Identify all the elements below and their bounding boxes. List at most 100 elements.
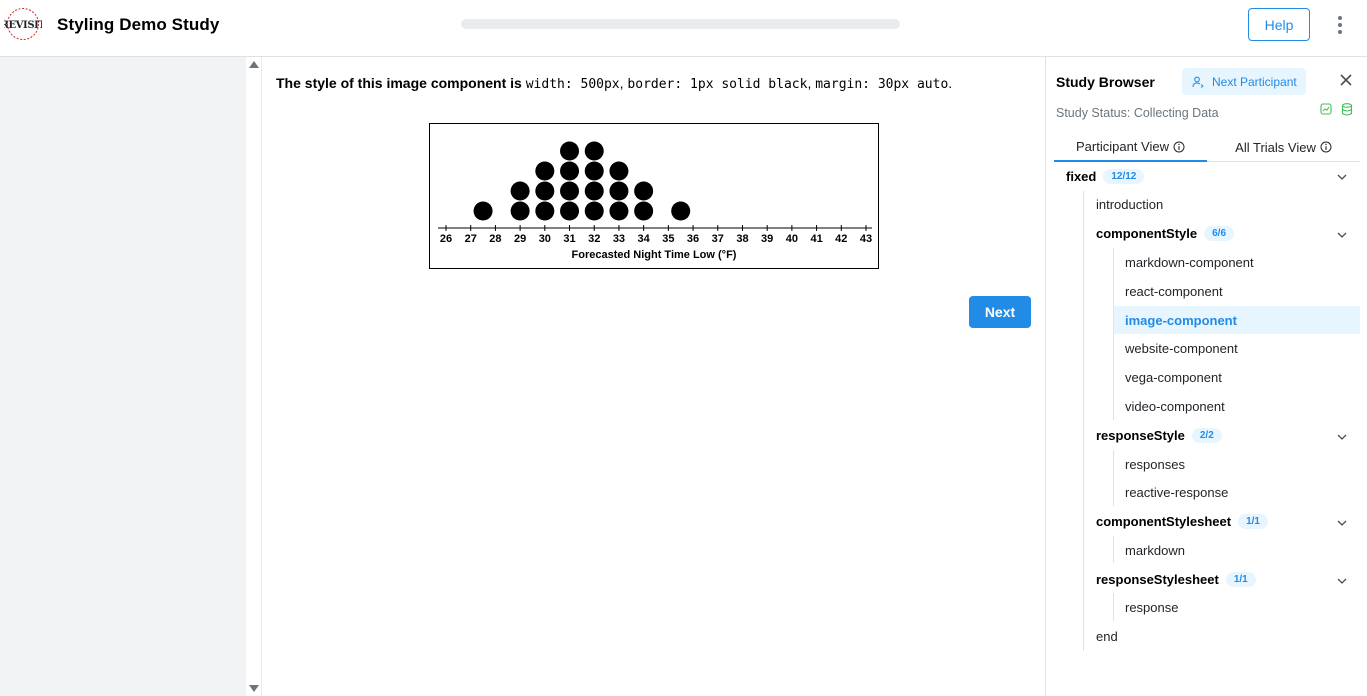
x-tick-label: 26 xyxy=(440,233,452,245)
tree-item-responses[interactable]: responses xyxy=(1125,451,1185,478)
data-dot xyxy=(560,201,580,221)
x-tick-label: 31 xyxy=(563,233,575,245)
chevron-down-icon[interactable] xyxy=(1337,578,1347,584)
data-dot xyxy=(510,181,530,201)
tree-group-responseStyle[interactable]: responseStyle 2/2 xyxy=(1096,422,1222,449)
node-label: markdown xyxy=(1125,543,1185,558)
x-tick-label: 40 xyxy=(786,233,798,245)
x-tick-label: 41 xyxy=(810,233,822,245)
scroll-up-arrow-icon[interactable] xyxy=(249,61,259,68)
x-tick-label: 43 xyxy=(860,233,872,245)
close-icon[interactable] xyxy=(1339,73,1353,87)
data-dot xyxy=(473,201,493,221)
next-button[interactable]: Next xyxy=(969,296,1031,328)
data-dot xyxy=(609,201,629,221)
data-dot xyxy=(535,201,555,221)
x-tick-label: 29 xyxy=(514,233,526,245)
tree-group-componentStyle[interactable]: componentStyle 6/6 xyxy=(1096,220,1235,247)
data-dot xyxy=(560,181,580,201)
study-status: Study Status: Collecting Data xyxy=(1056,106,1219,120)
tree-item-video-component[interactable]: video-component xyxy=(1125,393,1225,420)
progress-badge: 12/12 xyxy=(1103,169,1145,184)
node-label: reactive-response xyxy=(1125,485,1229,500)
node-label: video-component xyxy=(1125,399,1225,414)
main-content: The style of this image component is wid… xyxy=(262,57,1046,696)
code-margin: margin: 30px auto xyxy=(815,77,949,92)
node-label: image-component xyxy=(1125,312,1237,328)
tree-item-markdown[interactable]: markdown xyxy=(1125,537,1185,564)
study-progress-bar xyxy=(461,19,900,29)
chevron-down-icon[interactable] xyxy=(1337,174,1347,180)
period: . xyxy=(948,75,953,91)
data-dot xyxy=(560,161,580,181)
data-dot xyxy=(510,201,530,221)
instruction-bold: The style of this image component is xyxy=(276,75,522,91)
data-dot xyxy=(584,161,604,181)
node-label: responses xyxy=(1125,457,1185,472)
node-label: react-component xyxy=(1125,284,1223,299)
study-browser-title: Study Browser xyxy=(1056,74,1155,90)
tree-item-response[interactable]: response xyxy=(1125,594,1178,621)
node-label: response xyxy=(1125,600,1179,615)
data-dot xyxy=(535,181,555,201)
scroll-down-arrow-icon[interactable] xyxy=(249,685,259,692)
study-browser-panel: Study Browser Next Participant Study Sta… xyxy=(1046,57,1367,696)
tree-item-react-component[interactable]: react-component xyxy=(1125,278,1223,305)
kebab-menu-icon[interactable] xyxy=(1330,14,1350,36)
chevron-down-icon[interactable] xyxy=(1337,520,1347,526)
tree-item-website-component[interactable]: website-component xyxy=(1125,335,1238,362)
tree-item-markdown-component[interactable]: markdown-component xyxy=(1125,249,1254,276)
x-tick-label: 38 xyxy=(736,233,748,245)
app-title: Styling Demo Study xyxy=(57,15,220,34)
tree-item-vega-component[interactable]: vega-component xyxy=(1125,364,1222,391)
browser-tabs: Participant View All Trials View xyxy=(1054,133,1360,162)
tab-label: Participant View xyxy=(1076,139,1169,154)
x-tick-label: 39 xyxy=(761,233,773,245)
data-dot xyxy=(634,181,654,201)
tree-item-image-component[interactable]: image-component xyxy=(1114,306,1360,334)
tree-group-componentStylesheet[interactable]: componentStylesheet 1/1 xyxy=(1096,508,1268,535)
data-dot xyxy=(634,201,654,221)
data-dot xyxy=(584,181,604,201)
chevron-down-icon[interactable] xyxy=(1337,232,1347,238)
chart-icon[interactable] xyxy=(1320,103,1332,115)
node-label: responseStylesheet xyxy=(1096,572,1219,587)
code-border: border: 1px solid black xyxy=(627,77,808,92)
tree-item-introduction[interactable]: introduction xyxy=(1096,191,1163,218)
tree-item-end[interactable]: end xyxy=(1096,623,1118,650)
tab-all-trials-view[interactable]: All Trials View xyxy=(1207,133,1360,161)
code-width: width: 500px xyxy=(525,77,620,92)
x-tick-label: 33 xyxy=(613,233,625,245)
tree-node-root[interactable]: fixed 12/12 xyxy=(1066,163,1356,190)
data-dot xyxy=(584,141,604,161)
tree-item-reactive-response[interactable]: reactive-response xyxy=(1125,479,1228,506)
progress-badge: 6/6 xyxy=(1204,226,1235,241)
vertical-scrollbar[interactable] xyxy=(246,57,262,696)
node-label: responseStyle xyxy=(1096,428,1185,443)
node-label: componentStyle xyxy=(1096,226,1198,241)
chevron-down-icon[interactable] xyxy=(1337,434,1347,440)
node-label: website-component xyxy=(1125,341,1238,356)
x-tick-label: 36 xyxy=(687,233,699,245)
help-button[interactable]: Help xyxy=(1248,8,1310,41)
progress-badge: 1/1 xyxy=(1225,572,1256,587)
tab-label: All Trials View xyxy=(1235,139,1316,155)
x-tick-label: 32 xyxy=(588,233,600,245)
data-dot xyxy=(609,181,629,201)
node-label: introduction xyxy=(1096,197,1164,212)
separator: , xyxy=(807,75,812,91)
instruction-text: The style of this image component is wid… xyxy=(276,75,952,92)
dot-plot-chart: 26 27 28 29 30 31 32 33 34 35 36 37 38 39 40 41 42 43 Fore… xyxy=(438,141,872,261)
info-icon xyxy=(1173,141,1185,152)
tab-participant-view[interactable]: Participant View xyxy=(1054,133,1207,162)
data-dot xyxy=(584,201,604,221)
left-sidebar xyxy=(0,57,246,696)
status-icons xyxy=(1320,103,1353,116)
next-participant-button[interactable]: Next Participant xyxy=(1182,68,1306,95)
image-component: 26 27 28 29 30 31 32 33 34 35 36 37 38 39 40 41 42 43 Fore… xyxy=(429,123,879,269)
x-tick-label: 34 xyxy=(638,233,651,245)
database-icon[interactable] xyxy=(1341,103,1353,116)
separator: , xyxy=(619,75,624,91)
node-label: fixed xyxy=(1066,169,1097,184)
tree-group-responseStylesheet[interactable]: responseStylesheet 1/1 xyxy=(1096,566,1256,593)
